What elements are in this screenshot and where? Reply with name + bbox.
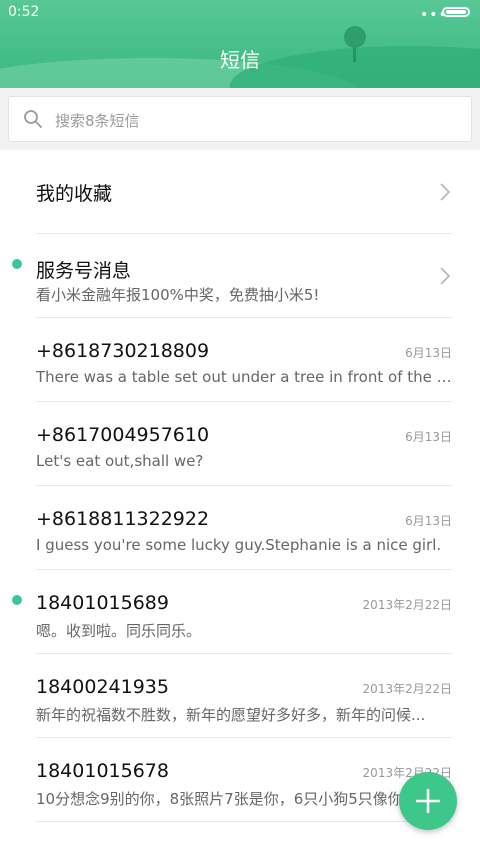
search-placeholder: 搜索8条短信: [55, 112, 140, 130]
thread-name: 18401015689: [36, 592, 169, 614]
favorites-label: 我的收藏: [36, 183, 113, 205]
thread-name: +8618730218809: [36, 340, 210, 362]
battery-icon: [442, 7, 470, 17]
plus-icon: [416, 789, 440, 813]
thread-name: 18401015678: [36, 760, 169, 782]
list-item[interactable]: 18400241935 2013年2月22日 新年的祝福数不胜数，新年的愿望好多…: [0, 654, 480, 738]
thread-name: 18400241935: [36, 676, 169, 698]
thread-date: 2013年2月22日: [362, 598, 452, 612]
search-icon: [24, 110, 42, 128]
thread-preview: 嗯。收到啦。同乐同乐。: [36, 622, 202, 640]
search-bar-container: 搜索8条短信: [0, 88, 480, 150]
thread-date: 2013年2月22日: [362, 682, 452, 696]
thread-date: 6月13日: [405, 514, 452, 528]
favorites-row[interactable]: 我的收藏: [0, 150, 480, 234]
thread-date: 6月13日: [405, 346, 452, 360]
list-item[interactable]: 服务号消息 看小米金融年报100%中奖，免费抽小米5!: [0, 234, 480, 318]
list-item[interactable]: +8618730218809 6月13日 There was a table s…: [0, 318, 480, 402]
thread-name: 服务号消息: [36, 260, 132, 282]
thread-preview: I guess you're some lucky guy.Stephanie …: [36, 536, 442, 554]
app-header: 0:52 ••• 短信: [0, 0, 480, 88]
divider: [36, 821, 452, 822]
thread-name: +8617004957610: [36, 424, 210, 446]
thread-date: 6月13日: [405, 430, 452, 444]
thread-preview: 10分想念9别的你，8张照片7张是你，6只小狗5只像你: [36, 790, 403, 808]
chevron-right-icon: [440, 267, 451, 285]
compose-button[interactable]: [399, 772, 457, 830]
search-input[interactable]: 搜索8条短信: [8, 96, 472, 142]
thread-preview: Let's eat out,shall we?: [36, 452, 204, 470]
thread-preview: There was a table set out under a tree i…: [36, 368, 454, 386]
list-item[interactable]: +8617004957610 6月13日 Let's eat out,shall…: [0, 402, 480, 486]
list-item[interactable]: +8618811322922 6月13日 I guess you're some…: [0, 486, 480, 570]
unread-dot: [12, 595, 22, 605]
status-time: 0:52: [8, 4, 40, 20]
unread-dot: [12, 259, 22, 269]
list-item[interactable]: 18401015689 2013年2月22日 嗯。收到啦。同乐同乐。: [0, 570, 480, 654]
thread-preview: 看小米金融年报100%中奖，免费抽小米5!: [36, 286, 320, 304]
thread-name: +8618811322922: [36, 508, 210, 530]
chevron-right-icon: [440, 183, 451, 201]
page-title: 短信: [220, 48, 260, 72]
thread-preview: 新年的祝福数不胜数，新年的愿望好多好多，新年的问候...: [36, 706, 426, 724]
